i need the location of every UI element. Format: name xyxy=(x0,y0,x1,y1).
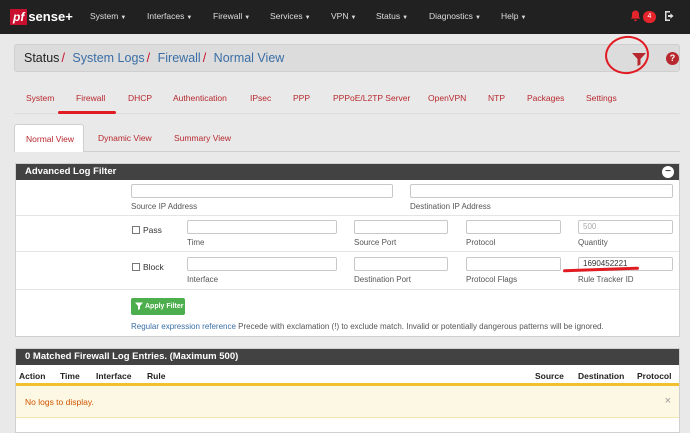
tab-ntp[interactable]: NTP xyxy=(488,93,505,103)
caret-down-icon: ▼ xyxy=(244,15,251,21)
nav-system[interactable]: System ▼ xyxy=(90,11,126,21)
advanced-log-filter-panel: Advanced Log Filter − Source IP Address … xyxy=(15,163,680,337)
column-time[interactable]: Time xyxy=(60,371,80,381)
notification-count-badge[interactable]: 4 xyxy=(643,11,656,23)
tab-authentication[interactable]: Authentication xyxy=(173,93,227,103)
logo-sense: sense+ xyxy=(28,9,73,24)
collapse-icon[interactable]: − xyxy=(662,166,674,178)
quantity-label: Quantity xyxy=(578,238,608,247)
source-ip-label: Source IP Address xyxy=(131,202,198,211)
close-icon[interactable]: × xyxy=(665,395,671,407)
row-divider xyxy=(16,289,679,290)
nav-firewall[interactable]: Firewall ▼ xyxy=(213,11,250,21)
nav-services[interactable]: Services ▼ xyxy=(270,11,311,21)
block-label: Block xyxy=(143,262,164,272)
caret-down-icon: ▼ xyxy=(520,15,527,21)
tab-ppp[interactable]: PPP xyxy=(293,93,310,103)
source-port-label: Source Port xyxy=(354,238,397,247)
interface-input[interactable] xyxy=(187,257,337,271)
breadcrumb-bar: Status / System Logs / Firewall / Normal Vi… xyxy=(14,44,680,72)
log-panel-title: 0 Matched Firewall Log Entries. (Maximum… xyxy=(16,349,679,365)
caret-down-icon: ▼ xyxy=(304,15,311,21)
top-navbar: pf sense+ System ▼ Interfaces ▼ Firewall ▼ S… xyxy=(0,0,690,34)
interface-label: Interface xyxy=(187,275,219,284)
notifications-bell-icon[interactable] xyxy=(630,10,641,25)
column-protocol[interactable]: Protocol xyxy=(637,371,671,381)
firewall-log-panel: 0 Matched Firewall Log Entries. (Maximum… xyxy=(15,348,680,433)
source-ip-input[interactable] xyxy=(131,184,393,198)
help-description: Precede with exclamation (!) to exclude … xyxy=(235,322,604,331)
filter-icon xyxy=(135,302,143,310)
regex-reference-link[interactable]: Regular expression reference xyxy=(131,322,236,331)
caret-down-icon: ▼ xyxy=(350,15,357,21)
nav-vpn[interactable]: VPN ▼ xyxy=(331,11,356,21)
no-logs-alert: No logs to display. × xyxy=(16,386,679,418)
protocol-flags-label: Protocol Flags xyxy=(466,275,518,284)
panel-title: Advanced Log Filter xyxy=(25,166,117,177)
caret-down-icon: ▼ xyxy=(186,15,193,21)
breadcrumb-separator: / xyxy=(146,51,151,65)
row-divider xyxy=(16,251,679,252)
no-logs-message: No logs to display. xyxy=(25,397,94,407)
tab-openvpn[interactable]: OpenVPN xyxy=(428,93,466,103)
column-action[interactable]: Action xyxy=(19,371,45,381)
breadcrumb-firewall[interactable]: Firewall xyxy=(158,51,201,65)
nav-diagnostics[interactable]: Diagnostics ▼ xyxy=(429,11,481,21)
log-tabs: System Firewall DHCP Authentication IPse… xyxy=(14,84,680,114)
destination-port-label: Destination Port xyxy=(354,275,411,284)
protocol-label: Protocol xyxy=(466,238,496,247)
time-label: Time xyxy=(187,238,205,247)
pass-label: Pass xyxy=(143,225,162,235)
pass-checkbox[interactable] xyxy=(132,226,140,234)
column-source[interactable]: Source xyxy=(535,371,564,381)
row-divider xyxy=(16,215,679,216)
source-port-input[interactable] xyxy=(354,220,448,234)
apply-filter-button[interactable]: Apply Filter xyxy=(131,298,185,315)
tab-dhcp[interactable]: DHCP xyxy=(128,93,152,103)
column-rule[interactable]: Rule xyxy=(147,371,165,381)
tab-settings[interactable]: Settings xyxy=(586,93,617,103)
tab-dynamic-view[interactable]: Dynamic View xyxy=(98,133,152,143)
logout-icon[interactable] xyxy=(664,10,676,25)
destination-ip-input[interactable] xyxy=(410,184,673,198)
nav-status[interactable]: Status ▼ xyxy=(376,11,408,21)
protocol-flags-input[interactable] xyxy=(466,257,561,271)
time-input[interactable] xyxy=(187,220,337,234)
protocol-input[interactable] xyxy=(466,220,561,234)
breadcrumb: Status / System Logs / Firewall / Normal Vi… xyxy=(24,51,284,65)
tab-ipsec[interactable]: IPsec xyxy=(250,93,271,103)
tab-pppoe-l2tp-server[interactable]: PPPoE/L2TP Server xyxy=(333,93,410,103)
destination-port-input[interactable] xyxy=(354,257,448,271)
filter-icon[interactable] xyxy=(630,50,648,68)
nav-help[interactable]: Help ▼ xyxy=(501,11,526,21)
column-interface[interactable]: Interface xyxy=(96,371,131,381)
breadcrumb-system-logs[interactable]: System Logs xyxy=(72,51,144,65)
filter-help-text: Regular expression reference Precede wit… xyxy=(131,322,604,331)
breadcrumb-separator: / xyxy=(202,51,207,65)
caret-down-icon: ▼ xyxy=(474,15,481,21)
tab-normal-view[interactable]: Normal View xyxy=(14,124,84,152)
destination-ip-label: Destination IP Address xyxy=(410,202,491,211)
breadcrumb-normal-view[interactable]: Normal View xyxy=(214,51,285,65)
nav-interfaces[interactable]: Interfaces ▼ xyxy=(147,11,192,21)
help-icon[interactable]: ? xyxy=(666,52,679,65)
tab-system[interactable]: System xyxy=(26,93,54,103)
breadcrumb-separator: / xyxy=(61,51,65,65)
breadcrumb-status: Status xyxy=(24,51,60,65)
annotation-underline xyxy=(58,111,116,114)
block-checkbox[interactable] xyxy=(132,263,140,271)
pfsense-logo[interactable]: pf sense+ xyxy=(10,9,73,25)
tab-summary-view[interactable]: Summary View xyxy=(174,133,231,143)
panel-header: Advanced Log Filter − xyxy=(16,164,679,180)
quantity-input[interactable]: 500 xyxy=(578,220,673,234)
rule-tracker-id-label: Rule Tracker ID xyxy=(578,275,634,284)
tab-packages[interactable]: Packages xyxy=(527,93,564,103)
caret-down-icon: ▼ xyxy=(120,15,127,21)
view-tabs: Normal View Dynamic View Summary View xyxy=(14,124,680,152)
caret-down-icon: ▼ xyxy=(402,15,409,21)
tab-firewall[interactable]: Firewall xyxy=(76,93,105,103)
column-destination[interactable]: Destination xyxy=(578,371,624,381)
logo-pf: pf xyxy=(10,9,28,25)
